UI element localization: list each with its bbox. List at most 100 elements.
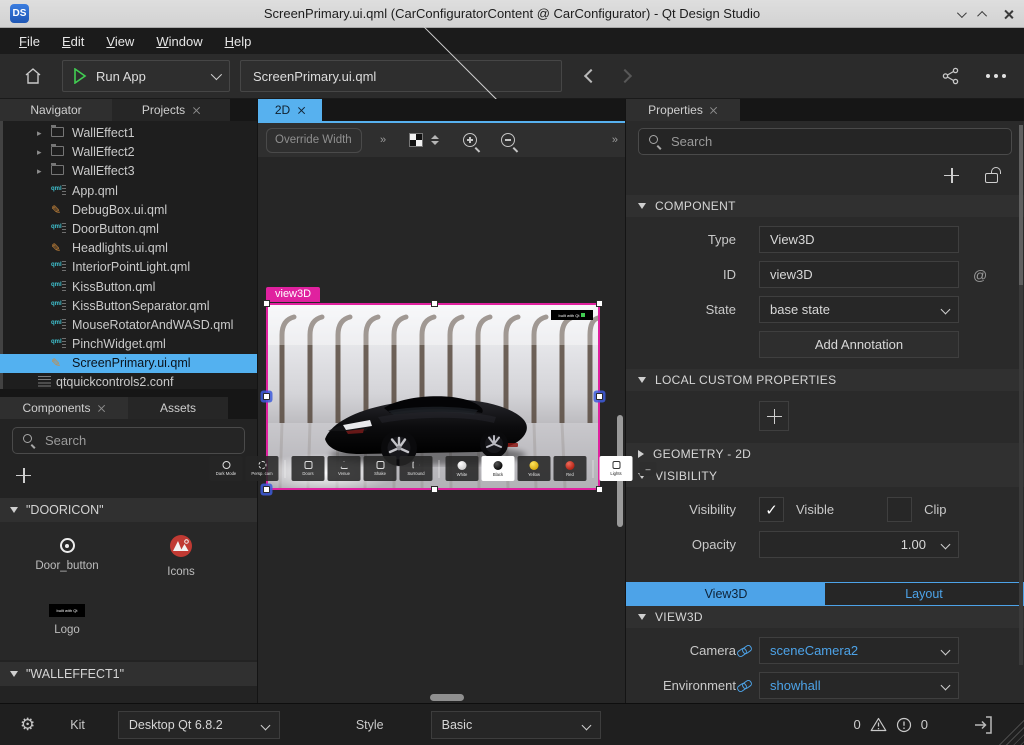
kit-settings-gear-icon[interactable]: ⚙ [20,715,35,735]
scene-camera-button[interactable]: Persp. cam [246,456,279,481]
window-resize-grip[interactable] [998,719,1024,745]
unlock-icon[interactable] [985,173,998,183]
resize-handle-mid-right[interactable] [596,393,603,400]
add-module-icon[interactable] [16,468,31,483]
scene-shake-button[interactable]: Shake [364,456,397,481]
resize-handle-bottom-center[interactable] [431,486,438,493]
clip-checkbox-unchecked[interactable] [887,497,912,522]
type-field[interactable]: View3D [759,226,959,253]
tree-item-headlights-ui-qml[interactable]: ✎Headlights.ui.qml [0,239,257,258]
scene-color-red-button[interactable]: Red [554,456,587,481]
override-width-input[interactable] [266,128,362,153]
tab-components-close-icon[interactable] [98,404,106,412]
toolbar-overflow-icon[interactable]: » [380,134,385,146]
section-dooricon-header[interactable]: "DOORICON" [0,498,257,522]
view3d-selected-item[interactable]: view3D [266,303,600,490]
add-annotation-button[interactable]: Add Annotation [759,331,959,358]
tree-item-interiorpointlight-qml[interactable]: InteriorPointLight.qml [0,258,257,277]
expand-arrow-icon[interactable]: ▸ [37,143,42,162]
menu-view[interactable]: View [97,31,143,52]
scene-color-black-button-selected[interactable]: Black [482,456,515,481]
tab-properties-close-icon[interactable] [710,106,718,114]
tab-2d-close-icon[interactable] [297,106,305,114]
run-app-button[interactable]: Run App [62,60,230,92]
resize-handle-mid-left[interactable] [263,393,270,400]
tree-item-walleffect3-folder[interactable]: ▸WallEffect3 [0,162,257,181]
resize-handle-top-center[interactable] [431,300,438,307]
toolbar-overflow-right-icon[interactable]: » [612,134,617,146]
collapse-triangle-icon[interactable] [638,377,646,383]
scene-doors-button[interactable]: Doors [292,456,325,481]
collapse-triangle-icon[interactable] [638,614,646,620]
scene-color-white-button[interactable]: White [446,456,479,481]
resize-handle-bottom-right[interactable] [596,486,603,493]
tree-item-walleffect1-folder[interactable]: ▸WallEffect1 [0,124,257,143]
tab-components[interactable]: Components [0,397,128,419]
scene-surround-button[interactable]: Surround [400,456,433,481]
scene-dark-mode-button[interactable]: Dark Mode [210,456,243,481]
tree-item-screenprimary-ui-qml-selected[interactable]: ✎ScreenPrimary.ui.qml [0,354,257,373]
resize-handle-top-right[interactable] [596,300,603,307]
collapse-triangle-icon[interactable] [10,671,18,677]
style-dropdown[interactable]: Basic [431,711,601,739]
subtab-layout[interactable]: Layout [825,583,1023,605]
stepper-icon[interactable] [431,135,439,145]
collapse-triangle-icon[interactable] [10,507,18,513]
tree-item-pinchwidget-qml[interactable]: PinchWidget.qml [0,335,257,354]
tree-item-qtquickcontrols2-conf[interactable]: qtquickcontrols2.conf [0,373,257,389]
visibility-header[interactable]: VISIBILITY [626,465,1024,487]
resize-handle-top-left[interactable] [263,300,270,307]
kit-dropdown[interactable]: Desktop Qt 6.8.2 [118,711,280,739]
id-field[interactable]: view3D [759,261,959,288]
state-dropdown[interactable]: base state [759,296,959,323]
close-icon[interactable] [1003,9,1014,20]
binding-link-icon[interactable] [737,679,751,693]
tree-item-kissbutton-qml[interactable]: KissButton.qml [0,278,257,297]
tree-item-debugbox-ui-qml[interactable]: ✎DebugBox.ui.qml [0,201,257,220]
geometry-2d-header[interactable]: GEOMETRY - 2D [626,443,1024,465]
camera-dropdown[interactable]: sceneCamera2 [759,637,959,664]
tab-projects-close-icon[interactable] [192,106,200,114]
open-file-dropdown[interactable]: ScreenPrimary.ui.qml [240,60,562,92]
background-toggle-icon[interactable] [409,133,423,147]
section-walleffect1-header[interactable]: "WALLEFFECT1" [0,662,257,686]
run-app-dropdown-icon[interactable] [211,69,222,80]
scene-collapse-button[interactable]: – [640,462,657,476]
tree-item-mouserotatorandwasd-qml[interactable]: MouseRotatorAndWASD.qml [0,316,257,335]
zoom-out-icon[interactable] [501,133,515,147]
local-custom-properties-header[interactable]: LOCAL CUSTOM PROPERTIES [626,369,1024,391]
view3d-section-header[interactable]: VIEW3D [626,606,1024,628]
menu-window[interactable]: Window [147,31,211,52]
properties-search-input[interactable] [638,128,1012,155]
binding-link-icon[interactable] [737,644,751,658]
home-button[interactable] [18,66,48,86]
component-section-header[interactable]: COMPONENT [626,195,1024,217]
add-custom-property-button[interactable] [759,401,789,431]
tree-item-app-qml[interactable]: App.qml [0,182,257,201]
minimize-icon[interactable] [957,8,967,18]
scene-lights-button[interactable]: Lights [600,456,633,481]
visible-checkbox-checked[interactable]: ✓ [759,497,784,522]
environment-dropdown[interactable]: showhall [759,672,959,699]
add-property-icon[interactable] [944,168,959,183]
tab-2d[interactable]: 2D [258,99,322,121]
tree-item-walleffect2-folder[interactable]: ▸WallEffect2 [0,143,257,162]
tab-assets[interactable]: Assets [128,397,228,419]
maximize-icon[interactable] [977,10,987,20]
tab-properties[interactable]: Properties [626,99,740,121]
issue-counters[interactable]: 0 0 [854,717,928,733]
component-door-button[interactable]: Door_button [10,532,124,594]
subtab-view3d[interactable]: View3D [627,583,825,605]
expand-arrow-icon[interactable]: ▸ [37,124,42,143]
resize-handle-bottom-left[interactable] [263,486,270,493]
expand-arrow-icon[interactable]: ▸ [37,162,42,181]
tab-navigator[interactable]: Navigator [0,99,112,121]
back-button[interactable] [584,69,598,83]
design-canvas[interactable]: view3D [258,157,625,703]
menu-help[interactable]: Help [216,31,261,52]
forward-button[interactable] [618,69,632,83]
component-icons[interactable]: Icons [124,532,238,594]
zoom-in-icon[interactable] [463,133,477,147]
open-output-pane-icon[interactable] [972,715,994,735]
menu-edit[interactable]: Edit [53,31,93,52]
